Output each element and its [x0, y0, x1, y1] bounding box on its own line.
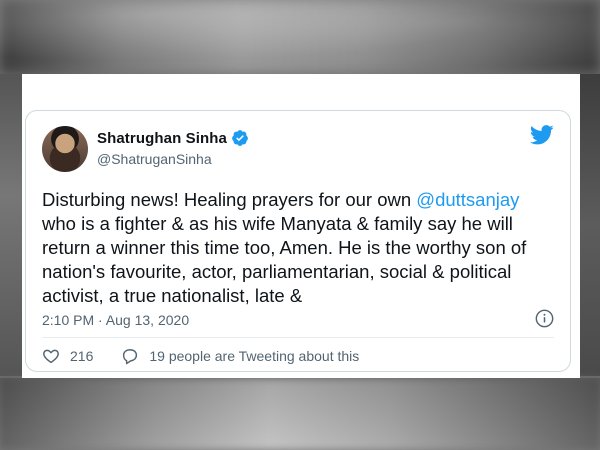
- tweet-line-1-text: Disturbing news! Healing prayers for our…: [42, 189, 417, 210]
- divider: [42, 337, 554, 338]
- heart-icon: [43, 349, 59, 364]
- twitter-bird-icon[interactable]: [530, 125, 554, 145]
- verified-badge-icon: [232, 130, 248, 146]
- tweeting-about-label: 19 people are Tweeting about this: [149, 348, 360, 364]
- background-top-shade: [0, 0, 600, 74]
- author-name-row: Shatrughan Sinha: [97, 129, 249, 147]
- embed-frame: Shatrughan Sinha @ShatruganSinha Disturb…: [22, 74, 580, 378]
- comment-bubble-icon: [123, 349, 138, 365]
- tweet-line-5: activist, a true nationalist, late &: [42, 285, 303, 306]
- tweet-line-4: nation's favourite, actor, parliamentari…: [42, 261, 512, 282]
- tweet-line-1: Disturbing news! Healing prayers for our…: [42, 188, 556, 212]
- author-handle[interactable]: @ShatruganSinha: [97, 151, 212, 167]
- tweet-actions: 216 19 people are Tweeting about this: [42, 347, 359, 365]
- author-name[interactable]: Shatrughan Sinha: [97, 130, 227, 147]
- tweet-line-3: return a winner this time too, Amen. He …: [42, 237, 527, 258]
- tweet-card[interactable]: Shatrughan Sinha @ShatruganSinha Disturb…: [25, 110, 571, 372]
- like-count: 216: [70, 348, 94, 364]
- tweet-text: Disturbing news! Healing prayers for our…: [42, 188, 556, 308]
- reply-button[interactable]: 19 people are Tweeting about this: [121, 347, 359, 365]
- tweet-timestamp[interactable]: 2:10 PM · Aug 13, 2020: [42, 312, 189, 328]
- background-left: [0, 74, 22, 376]
- mention-link[interactable]: @duttsanjay: [416, 189, 519, 210]
- tweet-line-2: who is a fighter & as his wife Manyata &…: [42, 213, 513, 234]
- info-icon[interactable]: [535, 309, 554, 328]
- background-bottom-shade: [0, 378, 600, 450]
- like-button[interactable]: 216: [42, 347, 93, 365]
- background-right: [580, 74, 600, 376]
- author-avatar[interactable]: [42, 126, 88, 172]
